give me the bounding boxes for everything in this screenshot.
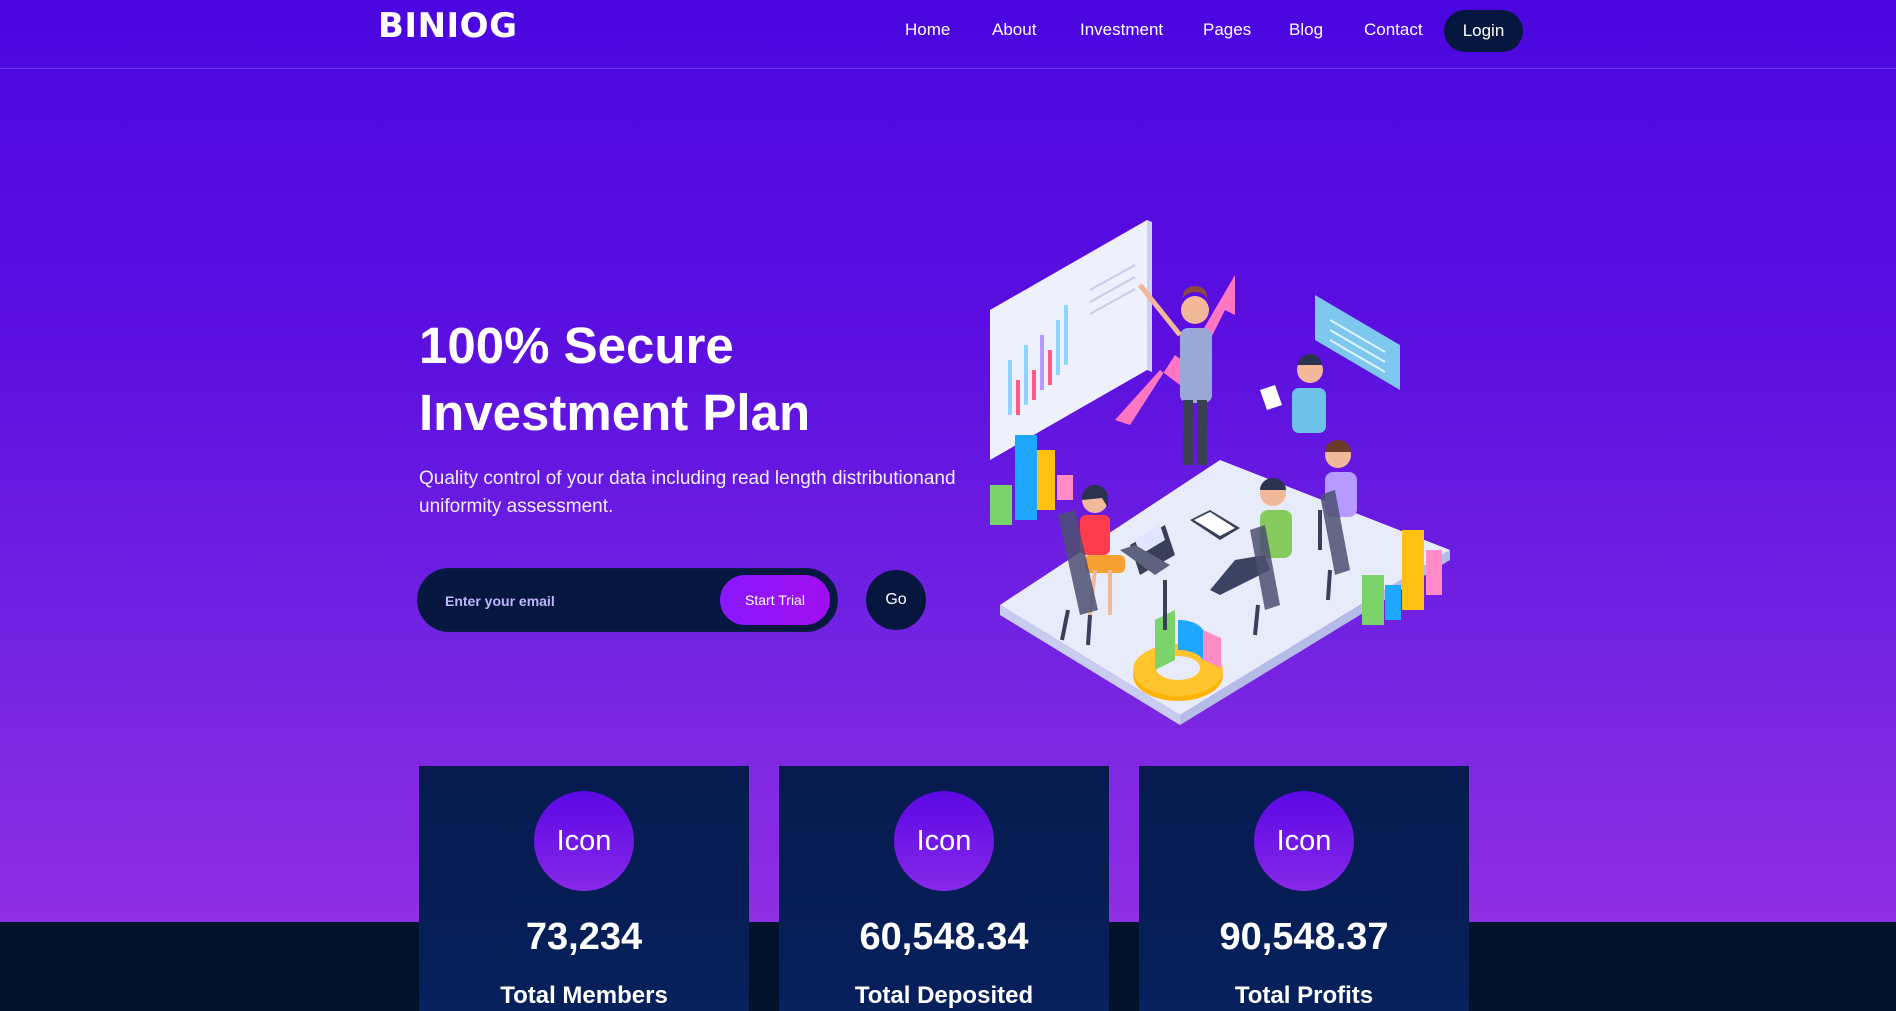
hero-title: 100% Secure Investment Plan: [419, 312, 979, 446]
nav-links: Home About Investment Pages Blog Contact: [0, 10, 1896, 52]
hero-title-line-1: 100% Secure: [419, 317, 734, 374]
stat-value: 60,548.34: [859, 916, 1029, 958]
email-signup-form: Start Trial: [419, 570, 836, 632]
stat-label: Total Profits: [1234, 982, 1374, 1009]
hero-subtitle-line-2: uniformity assessment.: [419, 496, 614, 517]
navbar: BINIOG Home About Investment Pages Blog …: [0, 0, 1896, 69]
team-meeting-illustration: [990, 220, 1450, 725]
email-input[interactable]: [443, 570, 707, 632]
stat-value: 73,234: [525, 916, 643, 958]
hero-title-line-2: Investment Plan: [419, 384, 811, 441]
stat-label: Total Members: [500, 982, 668, 1009]
nav-investment-link[interactable]: Investment: [1080, 20, 1163, 40]
stat-label: Total Deposited: [854, 982, 1034, 1009]
chat-bubble-icon: [1315, 295, 1400, 390]
person-with-paper-icon: [1260, 354, 1326, 433]
nav-home-link[interactable]: Home: [905, 20, 950, 40]
deposit-icon: Icon: [894, 791, 994, 891]
nav-contact-link[interactable]: Contact: [1364, 20, 1423, 40]
stat-card-members: Icon 73,234 Total Members: [419, 766, 749, 1011]
stat-card-profits: Icon 90,548.37 Total Profits: [1139, 766, 1469, 1011]
stat-card-deposited: Icon 60,548.34 Total Deposited: [779, 766, 1109, 1011]
stat-value: 90,548.37: [1219, 916, 1389, 958]
hero-subtitle: Quality control of your data including r…: [419, 465, 979, 521]
members-icon: Icon: [534, 791, 634, 891]
login-button[interactable]: Login: [1444, 10, 1523, 52]
hero-subtitle-line-1: Quality control of your data including r…: [419, 468, 956, 489]
start-trial-button[interactable]: Start Trial: [720, 575, 830, 625]
nav-about-link[interactable]: About: [992, 20, 1036, 40]
nav-pages-link[interactable]: Pages: [1203, 20, 1251, 40]
go-button[interactable]: Go: [866, 570, 926, 630]
nav-blog-link[interactable]: Blog: [1289, 20, 1323, 40]
profits-icon: Icon: [1254, 791, 1354, 891]
